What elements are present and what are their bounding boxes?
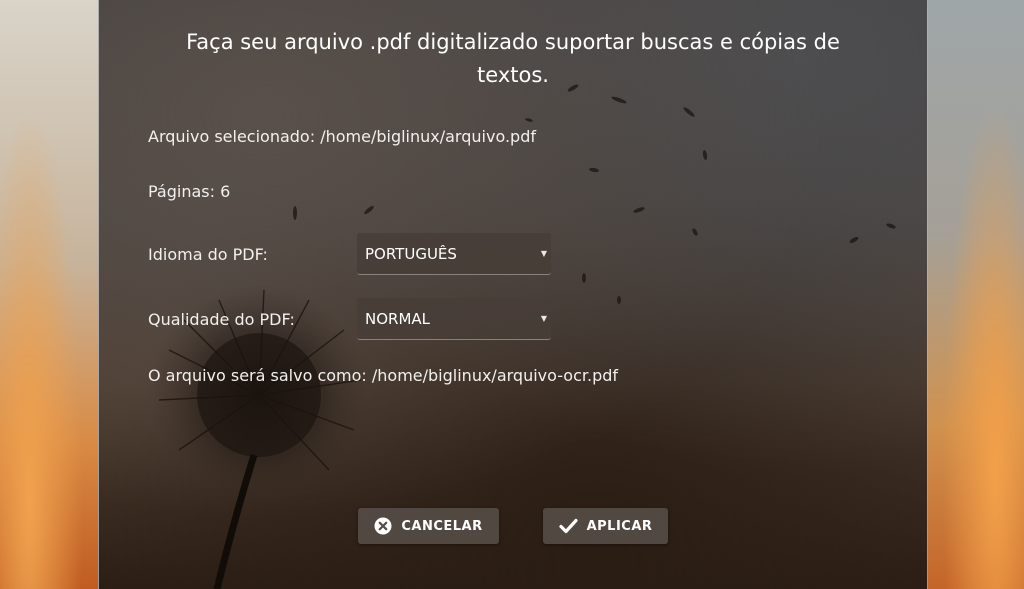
desktop-background: Faça seu arquivo .pdf digitalizado supor… — [0, 0, 1024, 589]
language-select-value: PORTUGUÊS — [365, 245, 457, 263]
close-circle-icon — [374, 517, 392, 535]
background-left — [0, 0, 98, 589]
check-icon — [558, 518, 578, 534]
pages-count-text: Páginas: 6 — [148, 182, 231, 201]
language-select[interactable]: PORTUGUÊS ▼ — [357, 233, 551, 275]
apply-button-label: APLICAR — [586, 518, 653, 534]
dialog-title: Faça seu arquivo .pdf digitalizado supor… — [186, 30, 840, 87]
caret-down-icon: ▼ — [540, 249, 547, 258]
apply-button[interactable]: APLICAR — [543, 508, 668, 544]
quality-select-value: NORMAL — [365, 310, 431, 328]
language-label: Idioma do PDF: — [148, 245, 268, 264]
caret-down-icon: ▼ — [540, 314, 547, 323]
cancel-button[interactable]: CANCELAR — [358, 508, 499, 544]
cancel-button-label: CANCELAR — [401, 518, 483, 534]
quality-select[interactable]: NORMAL ▼ — [357, 298, 551, 340]
selected-file-text: Arquivo selecionado: /home/biglinux/arqu… — [148, 127, 536, 146]
output-file-text: O arquivo será salvo como: /home/biglinu… — [148, 366, 619, 385]
background-right — [928, 0, 1024, 589]
quality-label: Qualidade do PDF: — [148, 310, 295, 329]
ocr-dialog: Faça seu arquivo .pdf digitalizado supor… — [98, 0, 928, 589]
